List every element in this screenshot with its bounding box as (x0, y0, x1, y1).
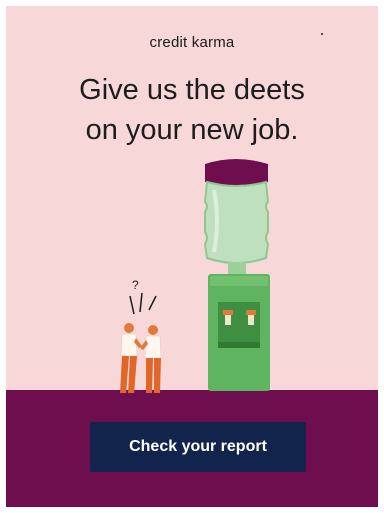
bottle-neck (228, 262, 246, 274)
check-your-report-button[interactable]: Check your report (90, 422, 306, 472)
speech-marks (129, 292, 157, 315)
question-mark: ? (132, 278, 139, 292)
water-cooler (203, 159, 270, 391)
coworker-right (140, 325, 162, 396)
coworker-left (118, 323, 142, 396)
ad-card: credit karma Give us the deets on your n… (6, 6, 378, 507)
hot-tap (223, 310, 233, 315)
cold-tap (246, 310, 256, 315)
bottle-cap (205, 159, 268, 186)
